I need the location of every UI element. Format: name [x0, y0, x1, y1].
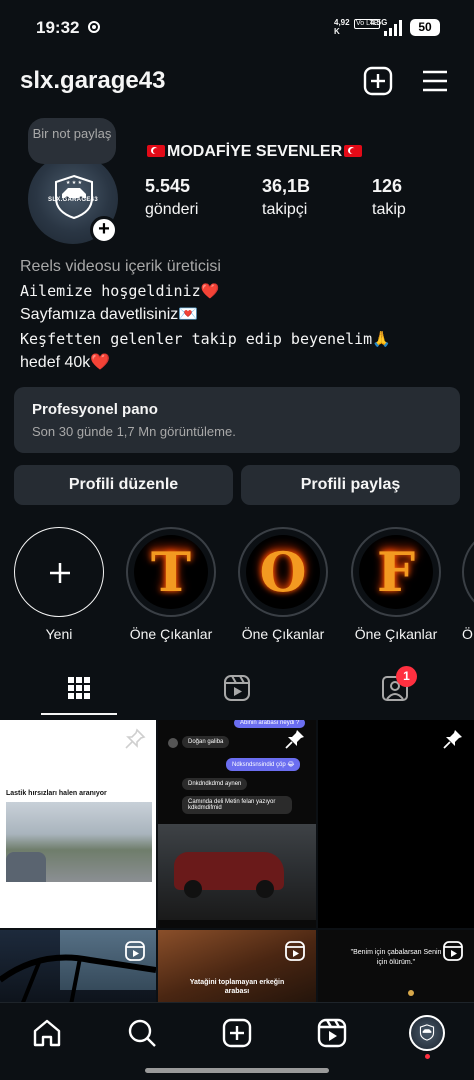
home-icon[interactable]: [31, 1017, 63, 1049]
avatar-logo-text: SLX.GARAGE43: [48, 197, 98, 203]
post-thumbnail[interactable]: Lastik hırsızları halen aranıyor: [0, 720, 156, 928]
post-thumbnail[interactable]: Yatağini toplamayan erkeğin arabası: [158, 930, 316, 1010]
reels-nav-icon[interactable]: [316, 1017, 348, 1049]
fire-letter: O: [259, 540, 307, 604]
stat-followers[interactable]: 36,1B takipçi: [262, 176, 310, 219]
profile-header: slx.garage43: [0, 60, 474, 104]
post-image: [6, 802, 152, 882]
profile-category: Reels videosu içerik üreticisi: [20, 258, 221, 275]
chat-bubble: Doğan galiba: [182, 736, 230, 748]
tab-grid[interactable]: [0, 664, 158, 716]
posts-grid: Lastik hırsızları halen aranıyor Abinin …: [0, 720, 474, 1010]
post-thumbnail[interactable]: "Benim için çabalarsan Senin için ölürüm…: [318, 930, 474, 1010]
professional-dashboard[interactable]: Profesyonel pano Son 30 günde 1,7 Mn gör…: [14, 387, 460, 453]
post-thumbnail[interactable]: [0, 930, 156, 1010]
fire-letter: F: [376, 540, 416, 604]
highlight-new[interactable]: Yeni: [13, 527, 105, 642]
highlight-item[interactable]: Ö: [462, 527, 474, 642]
active-tab-indicator: [41, 713, 117, 715]
plus-icon: [50, 563, 70, 583]
new-highlight-circle: [14, 527, 104, 617]
highlight-label: Öne Çıkanlar: [241, 626, 325, 642]
dashboard-subtitle: Son 30 günde 1,7 Mn görüntüleme.: [32, 424, 236, 439]
post-thumbnail[interactable]: [318, 720, 474, 928]
stat-posts[interactable]: 5.545 gönderi: [145, 176, 198, 219]
display-name: MODAFİYE SEVENLER: [145, 143, 364, 161]
highlight-item[interactable]: T Öne Çıkanlar: [125, 527, 217, 642]
search-icon[interactable]: [126, 1017, 158, 1049]
profile-avatar-nav[interactable]: [409, 1015, 445, 1051]
highlight-label: Öne Çıkanlar: [354, 626, 438, 642]
activity-dot: [425, 1054, 430, 1059]
plus-square-icon[interactable]: [363, 66, 393, 96]
username[interactable]: slx.garage43: [20, 67, 165, 95]
chat-bubble: Dnkdndkdmd aynen: [182, 778, 248, 790]
turkey-flag-icon: [344, 145, 363, 157]
reel-icon: [285, 941, 305, 961]
reel-icon: [443, 941, 463, 961]
grid-icon: [68, 677, 90, 699]
highlight-label: Ö: [462, 626, 473, 642]
tagged-notification-badge: 1: [396, 666, 417, 687]
turkey-flag-icon: [147, 145, 165, 157]
pin-icon: [285, 730, 304, 749]
bio-line: Sayfamıza davetlisiniz💌: [20, 306, 199, 323]
note-bubble[interactable]: Bir not paylaş: [28, 118, 116, 164]
bio: Reels videosu içerik üreticisi Ailemize …: [20, 255, 391, 375]
fire-letter: T: [150, 540, 192, 604]
post-caption: Lastik hırsızları halen aranıyor: [6, 790, 107, 797]
pin-icon: [443, 730, 462, 749]
post-caption: Yatağini toplamayan erkeğin arabası: [189, 979, 285, 995]
pin-icon: [125, 728, 146, 749]
post-image: [158, 824, 316, 920]
highlight-item[interactable]: F Öne Çıkanlar: [350, 527, 442, 642]
edit-profile-button[interactable]: Profili düzenle: [14, 465, 233, 505]
menu-icon[interactable]: [420, 66, 450, 96]
reels-icon: [224, 675, 250, 701]
chat-bubble: Camında deli Metin felan yazıyor kdkdmdi…: [182, 796, 292, 814]
chat-bubble: Ndksndsnsindid çöp 😂: [226, 758, 301, 771]
svg-text:★ ★ ★: ★ ★ ★: [66, 180, 83, 186]
highlight-label: Yeni: [45, 626, 73, 642]
car-logo-icon: [419, 1024, 435, 1041]
gesture-bar: [145, 1068, 329, 1073]
battery-icon: 50: [410, 19, 440, 36]
create-post-icon[interactable]: [221, 1017, 253, 1049]
signal-icon: [384, 20, 402, 36]
post-thumbnail[interactable]: Abinin arabası neydi ? Doğan galiba Ndks…: [158, 720, 316, 928]
dashboard-title: Profesyonel pano: [32, 401, 158, 418]
notification-dot-icon: [88, 21, 100, 33]
add-story-plus-icon[interactable]: +: [90, 216, 118, 244]
bio-line: Keşfetten gelenler takip edip beyenelim🙏: [20, 330, 391, 348]
reel-icon: [125, 941, 145, 961]
tab-tagged[interactable]: [316, 664, 474, 716]
clock: 19:32: [36, 18, 80, 37]
network-speed: 4,92 K: [334, 18, 350, 36]
chat-bubble: Abinin arabası neydi ?: [234, 720, 306, 728]
tab-reels[interactable]: [158, 664, 316, 716]
share-profile-button[interactable]: Profili paylaş: [241, 465, 460, 505]
status-bar: 19:32 4,92 K Vo LTE 4.5G 50: [0, 0, 474, 56]
stat-following[interactable]: 126 takip: [372, 176, 406, 219]
highlight-item[interactable]: O Öne Çıkanlar: [237, 527, 329, 642]
bio-line: Ailemize hoşgeldiniz❤️: [20, 282, 220, 300]
highlight-label: Öne Çıkanlar: [129, 626, 213, 642]
bio-line: hedef 40k❤️: [20, 354, 111, 371]
